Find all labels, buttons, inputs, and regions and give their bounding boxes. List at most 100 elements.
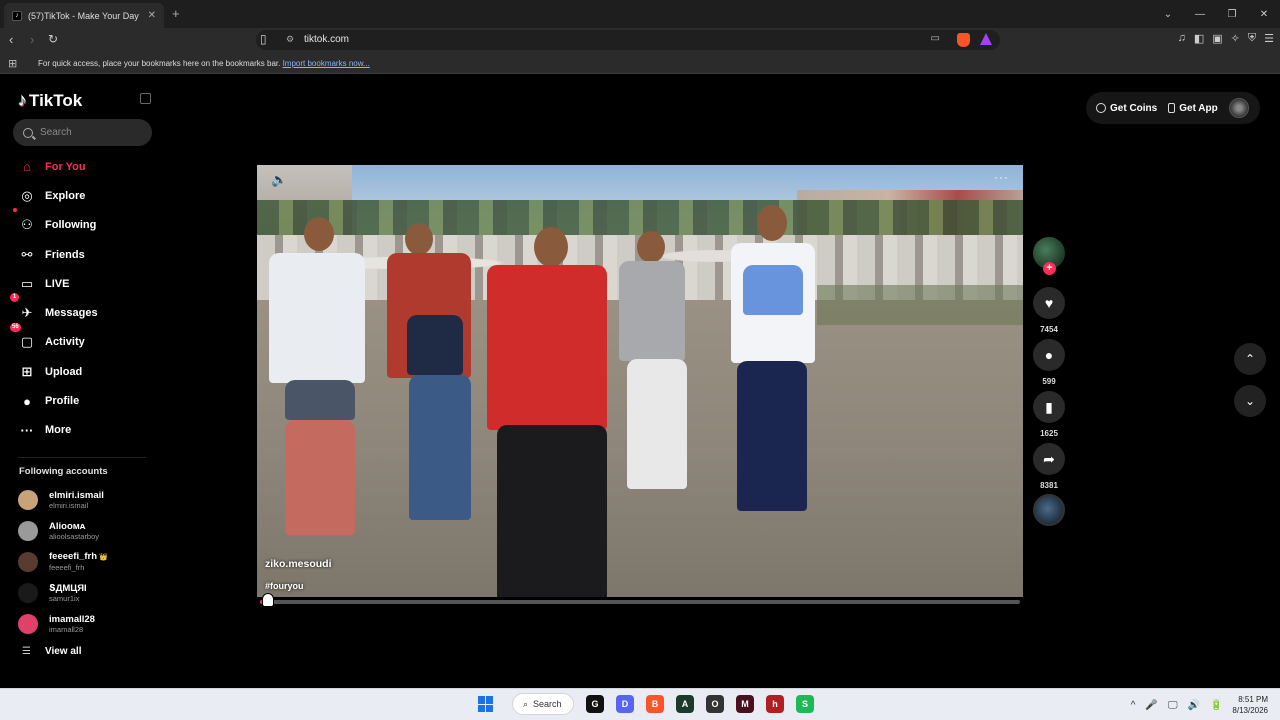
volume-icon[interactable]: 🔊 (1188, 700, 1200, 711)
spotify-app-icon[interactable]: S (796, 695, 814, 713)
sidebar-item-activity[interactable]: ▢ 56 Activity (0, 322, 155, 357)
share-icon[interactable]: ➦ (1033, 443, 1065, 475)
microphone-icon[interactable]: 🎤 (1145, 700, 1157, 711)
sidebar-item-live[interactable]: ▭ LIVE (0, 269, 155, 298)
search-input[interactable]: Search (13, 119, 152, 146)
import-bookmarks-link[interactable]: Import bookmarks now... (283, 59, 370, 68)
chatgpt-app-icon[interactable]: G (586, 695, 604, 713)
get-app-button[interactable]: Get App (1168, 103, 1218, 114)
new-tab-button[interactable]: + (172, 6, 180, 21)
network-icon[interactable]: 🖵 (1168, 700, 1178, 711)
browser-tab[interactable]: ♪ (57)TikTok - Make Your Day ✕ (4, 3, 164, 28)
back-icon[interactable]: ‹ (9, 32, 13, 47)
windows-start-icon[interactable] (478, 696, 494, 712)
comment-action[interactable]: ● 599 (1032, 339, 1066, 386)
sidebar-item-friends[interactable]: ⚯ Friends (0, 240, 155, 269)
person-red-pants (285, 420, 355, 535)
view-all-button[interactable]: ☰ View all (22, 646, 81, 657)
site-info-icon[interactable]: ⚙ (286, 34, 294, 45)
apps-grid-icon[interactable]: ⊞ (8, 57, 17, 70)
bookmark-icon[interactable]: ▮ (1033, 391, 1065, 423)
reload-icon[interactable]: ↻ (48, 32, 58, 46)
wallet-icon[interactable]: ▣ (1212, 32, 1222, 45)
collapse-sidebar-icon[interactable] (140, 93, 151, 104)
get-coins-label: Get Coins (1110, 102, 1158, 114)
following-account[interactable]: ՏДМЦЯІ samur1ix (18, 577, 158, 608)
person-head (637, 231, 665, 263)
media-icon[interactable]: ♫ (1178, 32, 1186, 45)
sidebar-item-for-you[interactable]: ⌂ For You (0, 152, 155, 181)
app-red-app-icon[interactable]: h (766, 695, 784, 713)
tray-overflow-icon[interactable]: ^ (1131, 700, 1136, 711)
sidebar-item-explore[interactable]: ◎ Explore (0, 181, 155, 210)
maximize-button[interactable]: ❐ (1216, 9, 1248, 20)
url-text[interactable]: tiktok.com (304, 34, 349, 45)
app-m-app-icon[interactable]: M (736, 695, 754, 713)
account-text: Aliooᴍᴀ alioolsastarboy (49, 521, 99, 541)
address-bar[interactable]: ▯ ⚙ tiktok.com ▭ (256, 30, 1000, 50)
leo-ai-icon[interactable]: ✧ (1231, 32, 1240, 45)
tab-close-icon[interactable]: ✕ (148, 10, 156, 21)
menu-icon[interactable]: ☰ (1264, 32, 1274, 45)
tiktok-page: ♪ TikTok Search ⌂ For You ◎ Explore ⚇ Followi… (0, 76, 1280, 686)
following-account[interactable]: imamall28 imamall28 (18, 608, 158, 639)
account-name-text: Aliooᴍᴀ (49, 520, 86, 532)
minimize-button[interactable]: — (1184, 9, 1216, 20)
sidebar-item-label: Upload (45, 365, 83, 378)
sidebar-item-messages[interactable]: ✈ 1 Messages (0, 293, 155, 327)
sidebar-item-following[interactable]: ⚇ Following (0, 207, 155, 240)
mute-icon[interactable]: 🔈 (271, 172, 287, 188)
sidebar-item-more[interactable]: ··· More (0, 416, 155, 445)
brave-app-icon[interactable]: B (646, 695, 664, 713)
previous-video-button[interactable]: ⌃ (1234, 343, 1266, 375)
heart-icon[interactable]: ♥ (1033, 287, 1065, 319)
user-avatar[interactable] (1228, 98, 1249, 118)
account-name: imamall28 (49, 614, 95, 625)
vpn-icon[interactable]: ⛨ (1248, 32, 1256, 45)
taskbar-search[interactable]: ⌕ Search (512, 693, 574, 715)
notification-dot (13, 207, 17, 212)
clock[interactable]: 8:51 PM 8/13/2026 (1232, 694, 1268, 716)
tab-search-icon[interactable]: ⌄ (1152, 9, 1184, 20)
person-center-red-jacket (487, 265, 607, 430)
brave-shields-icon[interactable] (957, 33, 970, 47)
next-video-button[interactable]: ⌄ (1234, 385, 1266, 417)
bookmark-icon[interactable]: ▯ (260, 32, 267, 46)
sidebar-item-upload[interactable]: ⊞ Upload (0, 357, 155, 386)
sidebar-icon[interactable]: ◧ (1194, 32, 1204, 45)
video-progress-bar[interactable] (260, 600, 1020, 604)
following-account[interactable]: elmiri.ismail elmiri.ismail (18, 484, 158, 515)
account-handle: feeeefi_frh (49, 563, 85, 572)
sound-disc-icon[interactable] (1033, 494, 1065, 526)
home-icon: ⌂ (23, 159, 31, 175)
sidebar-item-profile[interactable]: ● Profile (0, 386, 155, 415)
forward-icon[interactable]: › (30, 32, 34, 47)
brave-rewards-icon[interactable] (980, 33, 992, 45)
crown-icon: 👑 (99, 554, 108, 561)
comment-icon[interactable]: ● (1033, 339, 1065, 371)
person-shirt-pattern (743, 265, 803, 315)
like-action[interactable]: ♥ 7454 (1032, 287, 1066, 334)
anki-app-icon[interactable]: A (676, 695, 694, 713)
get-coins-button[interactable]: Get Coins (1096, 103, 1157, 114)
discord-app-icon[interactable]: D (616, 695, 634, 713)
share-action[interactable]: ➦ 8381 (1032, 443, 1066, 490)
tiktok-note-icon: ♪ (18, 90, 27, 110)
follow-plus-icon[interactable]: + (1043, 262, 1056, 275)
close-window-button[interactable]: ✕ (1248, 9, 1280, 20)
video-username[interactable]: ziko.mesoudi (265, 558, 332, 570)
app-dark-app-icon[interactable]: O (706, 695, 724, 713)
clock-time: 8:51 PM (1238, 695, 1268, 704)
account-name: feeeefi_frh 👑 (49, 551, 108, 563)
video-more-icon[interactable]: ··· (994, 170, 1009, 184)
cast-icon[interactable]: ▭ (931, 33, 940, 44)
tiktok-logo[interactable]: ♪ TikTok (18, 90, 82, 111)
logo-text: TikTok (29, 90, 83, 110)
video-player[interactable]: 🔈 ··· ziko.mesoudi #fouryou (257, 165, 1023, 597)
battery-icon[interactable]: 🔋 (1210, 700, 1222, 711)
person-head (405, 223, 433, 255)
following-account[interactable]: feeeefi_frh 👑 feeeefi_frh (18, 546, 158, 577)
following-account[interactable]: Aliooᴍᴀ alioolsastarboy (18, 515, 158, 546)
save-action[interactable]: ▮ 1625 (1032, 391, 1066, 438)
video-hashtag[interactable]: #fouryou (265, 581, 304, 591)
